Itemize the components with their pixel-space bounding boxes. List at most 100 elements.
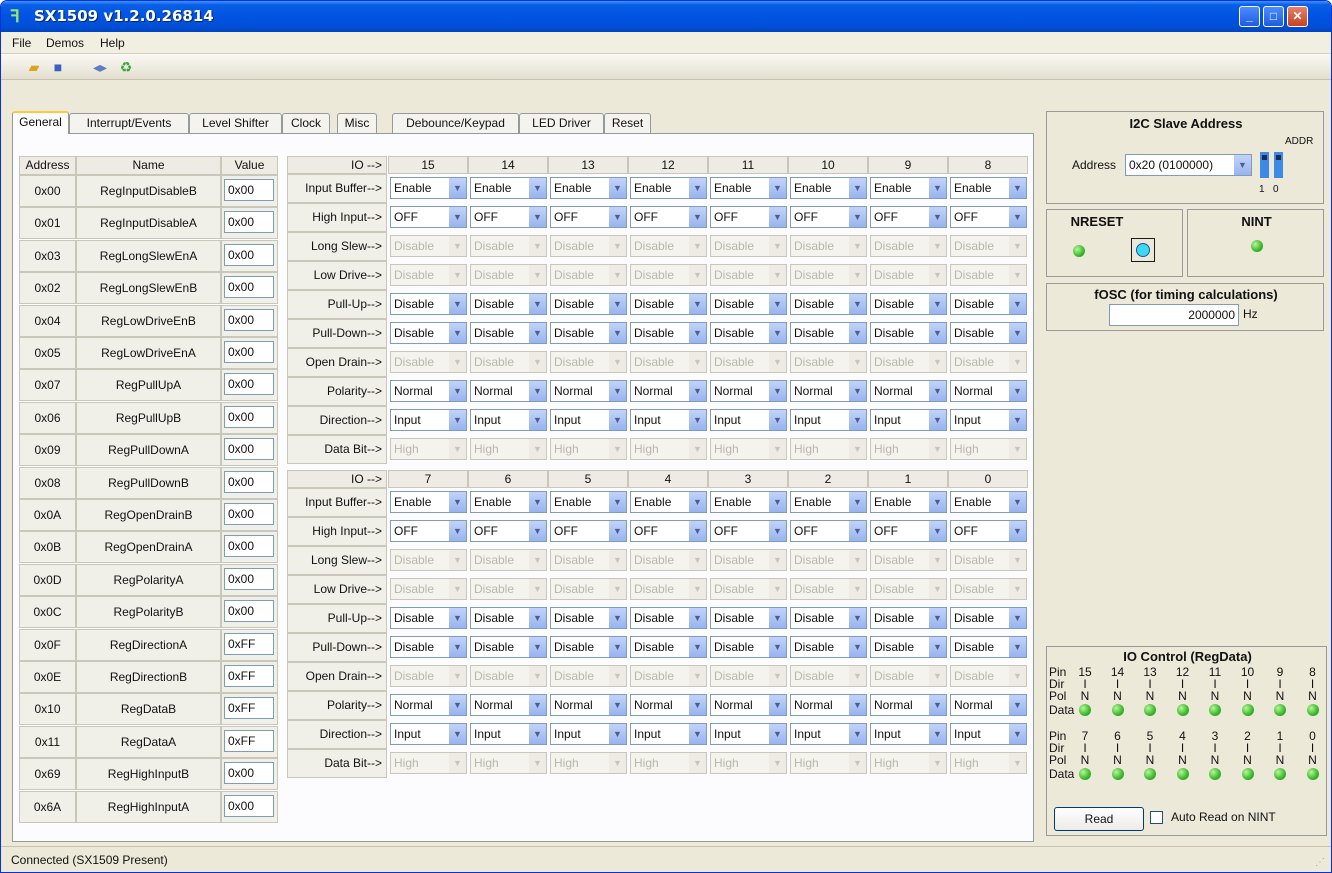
data-led-icon[interactable] (1306, 704, 1319, 716)
data-led-icon[interactable] (1079, 768, 1091, 780)
register-value-input[interactable]: 0x00 (224, 794, 274, 817)
addr-bit0-switch[interactable] (1274, 152, 1283, 178)
close-button[interactable]: ✕ (1287, 6, 1308, 27)
io-select[interactable]: Disable ▼ (950, 636, 1027, 658)
io-select[interactable]: Enable ▼ (790, 177, 867, 199)
io-control-pol[interactable]: N (1205, 689, 1225, 703)
tab-clock[interactable]: Clock (282, 113, 330, 133)
io-select[interactable]: Disable ▼ (710, 636, 787, 658)
register-value-input[interactable]: 0x00 (224, 762, 274, 785)
io-select[interactable]: Enable ▼ (390, 177, 467, 199)
register-value-input[interactable]: 0xFF (224, 697, 274, 720)
io-select[interactable]: Disable ▼ (950, 607, 1027, 629)
io-select[interactable]: Input ▼ (870, 409, 947, 431)
io-select[interactable]: Disable ▼ (790, 607, 867, 629)
io-control-pol[interactable]: N (1108, 753, 1128, 767)
io-select[interactable]: Disable ▼ (550, 636, 627, 658)
data-led-icon[interactable] (1144, 704, 1156, 716)
data-led-icon[interactable] (1274, 704, 1286, 716)
tab-level-shifter[interactable]: Level Shifter (189, 113, 282, 133)
register-value-input[interactable]: 0xFF (224, 632, 274, 655)
io-select[interactable]: OFF ▼ (950, 206, 1027, 228)
register-value-input[interactable]: 0x00 (224, 600, 274, 623)
io-select[interactable]: Normal ▼ (790, 380, 867, 402)
io-select[interactable]: Disable ▼ (790, 293, 867, 315)
tab-misc[interactable]: Misc (337, 113, 377, 133)
io-select[interactable]: Normal ▼ (630, 694, 707, 716)
io-select[interactable]: Enable ▼ (470, 177, 547, 199)
io-select[interactable]: Disable ▼ (630, 322, 707, 344)
io-select[interactable]: Input ▼ (470, 409, 547, 431)
io-control-pol[interactable]: N (1173, 753, 1193, 767)
io-select[interactable]: OFF ▼ (470, 520, 547, 542)
io-select[interactable]: Input ▼ (470, 723, 547, 745)
io-select[interactable]: Disable ▼ (870, 322, 947, 344)
io-select[interactable]: Disable ▼ (710, 293, 787, 315)
io-select[interactable]: Normal ▼ (950, 380, 1027, 402)
io-select[interactable]: Disable ▼ (870, 293, 947, 315)
io-select[interactable]: OFF ▼ (550, 520, 627, 542)
register-value-input[interactable]: 0x00 (224, 243, 274, 266)
io-control-pol[interactable]: N (1303, 753, 1323, 767)
io-select[interactable]: Disable ▼ (470, 636, 547, 658)
io-control-pol[interactable]: N (1173, 689, 1193, 703)
io-control-pol[interactable]: N (1270, 689, 1290, 703)
data-led-icon[interactable] (1144, 768, 1156, 780)
menu-help[interactable]: Help (100, 36, 125, 50)
io-select[interactable]: Input ▼ (950, 723, 1027, 745)
io-select[interactable]: Disable ▼ (390, 636, 467, 658)
auto-read-checkbox[interactable] (1150, 811, 1163, 824)
data-led-icon[interactable] (1111, 704, 1124, 716)
io-select[interactable]: Disable ▼ (870, 636, 947, 658)
io-select[interactable]: Normal ▼ (790, 694, 867, 716)
data-led-icon[interactable] (1079, 704, 1091, 716)
io-select[interactable]: OFF ▼ (550, 206, 627, 228)
io-select[interactable]: Input ▼ (790, 409, 867, 431)
open-folder-icon[interactable]: ▰ (25, 58, 43, 76)
io-select[interactable]: Normal ▼ (710, 694, 787, 716)
io-select[interactable]: Input ▼ (390, 723, 467, 745)
save-icon[interactable]: ■ (49, 58, 67, 76)
io-control-pol[interactable]: N (1205, 753, 1225, 767)
io-select[interactable]: OFF ▼ (710, 520, 787, 542)
io-select[interactable]: Normal ▼ (550, 380, 627, 402)
io-select[interactable]: Input ▼ (950, 409, 1027, 431)
io-control-pol[interactable]: N (1270, 753, 1290, 767)
io-select[interactable]: Input ▼ (630, 723, 707, 745)
io-select[interactable]: OFF ▼ (950, 520, 1027, 542)
register-value-input[interactable]: 0x00 (224, 179, 274, 201)
data-led-icon[interactable] (1241, 768, 1254, 780)
io-select[interactable]: Disable ▼ (630, 607, 707, 629)
io-select[interactable]: Normal ▼ (630, 380, 707, 402)
register-value-input[interactable]: 0x00 (224, 341, 274, 363)
io-control-pol[interactable]: N (1075, 753, 1095, 767)
refresh-icon[interactable]: ♻ (117, 58, 135, 76)
io-select[interactable]: OFF ▼ (710, 206, 787, 228)
io-select[interactable]: Disable ▼ (470, 322, 547, 344)
io-select[interactable]: Disable ▼ (550, 293, 627, 315)
io-select[interactable]: Disable ▼ (710, 322, 787, 344)
fosc-input[interactable]: 2000000 (1109, 304, 1239, 326)
register-value-input[interactable]: 0x00 (224, 211, 274, 234)
data-led-icon[interactable] (1306, 768, 1319, 780)
resize-grip-icon[interactable]: ⋰ (1315, 857, 1325, 868)
register-value-input[interactable]: 0x00 (224, 405, 274, 428)
data-led-icon[interactable] (1209, 704, 1221, 716)
io-select[interactable]: Input ▼ (630, 409, 707, 431)
io-select[interactable]: Enable ▼ (790, 491, 867, 513)
io-select[interactable]: OFF ▼ (390, 520, 467, 542)
io-select[interactable]: Enable ▼ (470, 491, 547, 513)
io-select[interactable]: Enable ▼ (950, 491, 1027, 513)
io-select[interactable]: Enable ▼ (950, 177, 1027, 199)
io-select[interactable]: OFF ▼ (790, 206, 867, 228)
io-control-pol[interactable]: N (1238, 753, 1258, 767)
io-select[interactable]: Disable ▼ (390, 293, 467, 315)
io-select[interactable]: Disable ▼ (790, 636, 867, 658)
io-select[interactable]: Normal ▼ (390, 380, 467, 402)
io-select[interactable]: Normal ▼ (950, 694, 1027, 716)
data-led-icon[interactable] (1176, 704, 1189, 716)
io-select[interactable]: Enable ▼ (550, 177, 627, 199)
io-select[interactable]: Input ▼ (870, 723, 947, 745)
io-select[interactable]: Input ▼ (550, 409, 627, 431)
register-value-input[interactable]: 0x00 (224, 470, 274, 493)
